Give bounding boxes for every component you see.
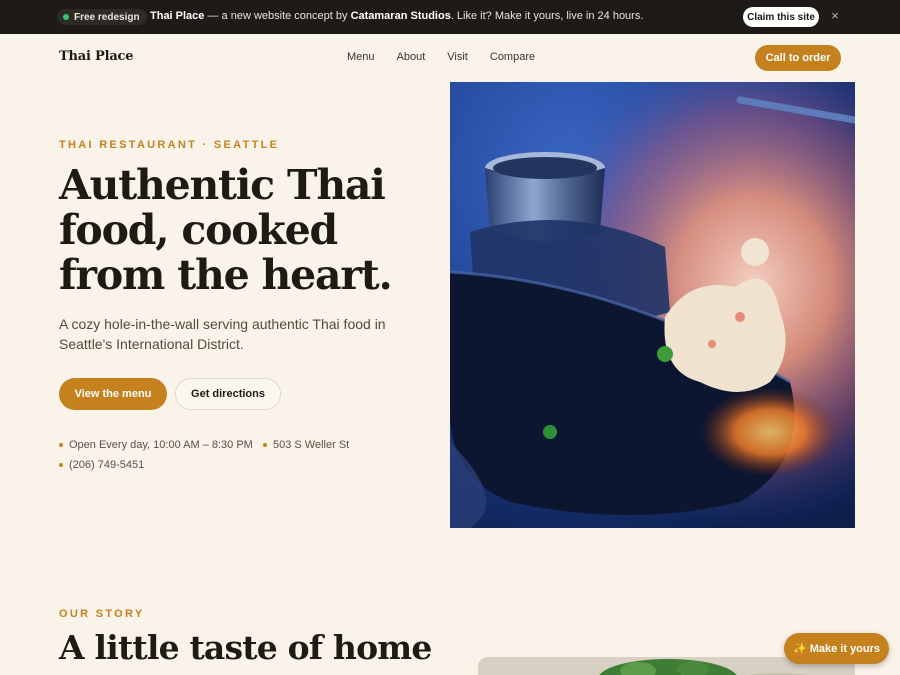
- banner-brand: Thai Place: [150, 10, 205, 22]
- bullet-icon: [263, 443, 267, 447]
- address-info: 503 S Weller St: [263, 439, 349, 451]
- hero-subtitle: A cozy hole-in-the-wall serving authenti…: [59, 316, 386, 352]
- main-nav: Menu About Visit Compare: [347, 51, 557, 63]
- hero-eyebrow: THAI RESTAURANT · SEATTLE: [59, 139, 280, 151]
- close-icon[interactable]: ×: [829, 9, 841, 22]
- free-redesign-badge: Free redesign: [57, 9, 147, 25]
- banner-text-end: . Like it? Make it yours, live in 24 hou…: [450, 10, 644, 22]
- view-menu-button[interactable]: View the menu: [59, 378, 167, 410]
- story-title: A little taste of home: [59, 628, 432, 667]
- bullet-icon: [59, 443, 63, 447]
- nav-menu[interactable]: Menu: [347, 51, 375, 63]
- hero-wok-photo: [450, 82, 855, 528]
- phone-text: (206) 749-5451: [69, 459, 145, 471]
- banner-message: Thai Place — a new website concept by Ca…: [150, 10, 643, 22]
- logo[interactable]: Thai Place: [59, 49, 134, 64]
- phone-info: (206) 749-5451: [59, 459, 144, 471]
- get-directions-button[interactable]: Get directions: [175, 378, 281, 410]
- hours-info: Open Every day, 10:00 AM – 8:30 PM: [59, 439, 253, 451]
- claim-site-button[interactable]: Claim this site: [743, 7, 819, 27]
- wok-flame-illustration: [450, 82, 855, 528]
- call-to-order-button[interactable]: Call to order: [755, 45, 841, 71]
- hours-text: Open Every day, 10:00 AM – 8:30 PM: [69, 439, 253, 451]
- status-dot-icon: [63, 14, 69, 20]
- badge-label: Free redesign: [74, 11, 140, 23]
- nav-compare[interactable]: Compare: [490, 51, 535, 63]
- nav-visit[interactable]: Visit: [447, 51, 468, 63]
- nav-about[interactable]: About: [397, 51, 426, 63]
- make-it-yours-button[interactable]: ✨ Make it yours: [784, 633, 889, 664]
- hero-title: Authentic Thai food, cooked from the hea…: [59, 161, 393, 299]
- story-eyebrow: OUR STORY: [59, 608, 145, 620]
- banner-text-mid: — a new website concept by: [204, 10, 351, 22]
- bullet-icon: [59, 463, 63, 467]
- promo-banner: Free redesign Thai Place — a new website…: [0, 0, 900, 34]
- banner-studio: Catamaran Studios: [350, 10, 451, 22]
- address-text: 503 S Weller St: [273, 439, 350, 451]
